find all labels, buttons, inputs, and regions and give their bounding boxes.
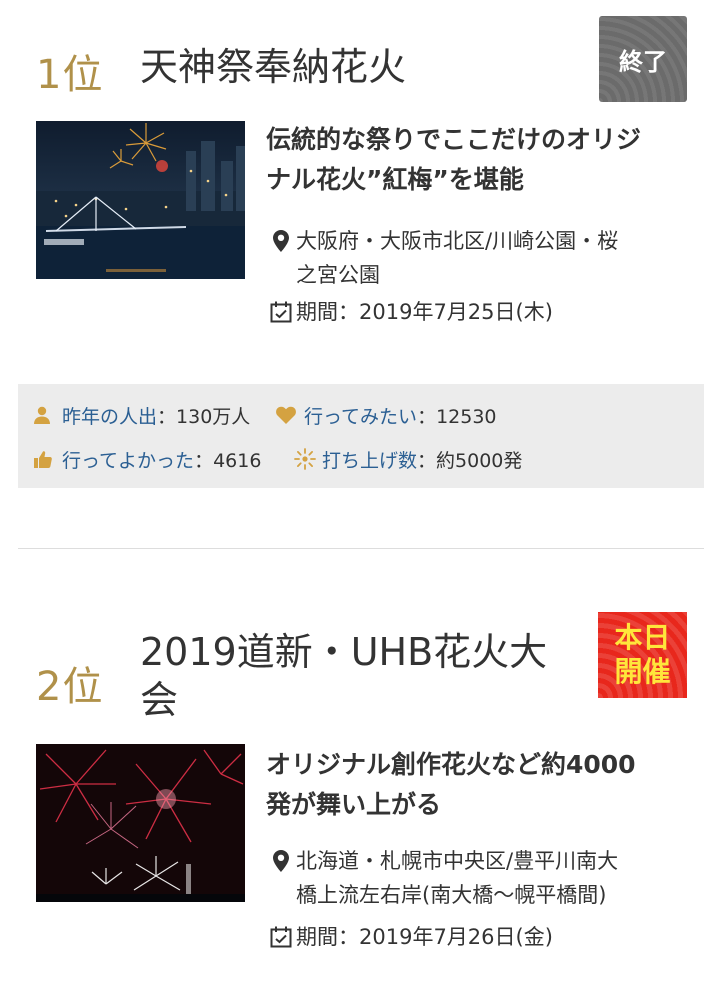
map-pin-icon [266,844,296,878]
stat-value: ：約5000発 [417,449,523,472]
event-lead: 伝統的な祭りでここだけのオリジ ナル花火”紅梅”を堪能 [266,120,641,200]
map-pin-icon [266,224,296,258]
location-line: 之宮公園 [296,263,380,287]
stat-want-to-go[interactable]: 行ってみたい ：12530 [276,400,497,430]
calendar-check-icon [266,920,296,954]
event-title[interactable]: 天神祭奉納花火 [140,43,406,91]
event-lead-line: オリジナル創作花火など約4000 [266,750,636,779]
event-period: 期間：2019年7月25日(木) [266,295,553,329]
rank-number: 1位 [36,52,104,98]
stat-label: 行ってよかった [62,449,195,472]
event-lead: オリジナル創作花火など約4000 発が舞い上がる [266,745,636,825]
calendar-check-icon [266,295,296,329]
event-thumbnail[interactable] [36,121,245,279]
firework-icon [294,448,316,470]
stat-value: ：4616 [194,449,262,472]
event-location-text: 北海道・札幌市中央区/豊平川南大 橋上流左右岸(南大橋〜幌平橋間) [296,844,618,912]
event-lead-line: 発が舞い上がる [266,790,442,819]
event-title[interactable]: 2019道新・UHB花火大 会 [140,628,590,724]
heart-icon [276,406,298,424]
thumbs-up-icon [34,450,56,468]
event-stats-panel: 昨年の人出 ：130万人 行ってみたい ：12530 行ってよかった ：4616 [18,384,704,488]
person-icon [34,406,56,424]
stat-was-good[interactable]: 行ってよかった ：4616 [34,444,261,474]
rank-number: 2位 [36,664,104,710]
event-title-line: 会 [140,678,179,722]
status-badge-today: 本日 開催 [598,612,687,698]
stat-value: ：130万人 [157,405,251,428]
event-location: 北海道・札幌市中央区/豊平川南大 橋上流左右岸(南大橋〜幌平橋間) [266,844,696,912]
badge-line: 本日 [614,621,671,654]
event-period: 期間：2019年7月26日(金) [266,920,553,954]
divider [18,548,704,549]
event-location-text: 大阪府・大阪市北区/川崎公園・桜 之宮公園 [296,224,618,292]
event-title-line: 2019道新・UHB花火大 [140,630,548,674]
location-line: 大阪府・大阪市北区/川崎公園・桜 [296,229,619,253]
event-period-text: 期間：2019年7月26日(金) [296,925,553,949]
stat-label: 昨年の人出 [62,405,158,428]
event-period-text: 期間：2019年7月25日(木) [296,300,553,324]
location-line: 橋上流左右岸(南大橋〜幌平橋間) [296,883,607,907]
stat-launch-count: 打ち上げ数 ：約5000発 [294,444,522,474]
event-lead-line: 伝統的な祭りでここだけのオリジ [266,125,642,154]
stat-value: ：12530 [417,405,497,428]
badge-line: 開催 [614,655,671,688]
event-thumbnail[interactable] [36,744,245,902]
stat-label: 打ち上げ数 [322,449,418,472]
stat-visitors: 昨年の人出 ：130万人 [34,400,250,430]
event-location: 大阪府・大阪市北区/川崎公園・桜 之宮公園 [266,224,696,292]
stat-label: 行ってみたい [304,405,418,428]
event-lead-line: ナル花火”紅梅”を堪能 [266,165,524,194]
location-line: 北海道・札幌市中央区/豊平川南大 [296,849,619,873]
fireworks-city-night-image [36,121,245,279]
fireworks-red-image [36,744,245,902]
status-badge-ended: 終了 [599,16,687,102]
